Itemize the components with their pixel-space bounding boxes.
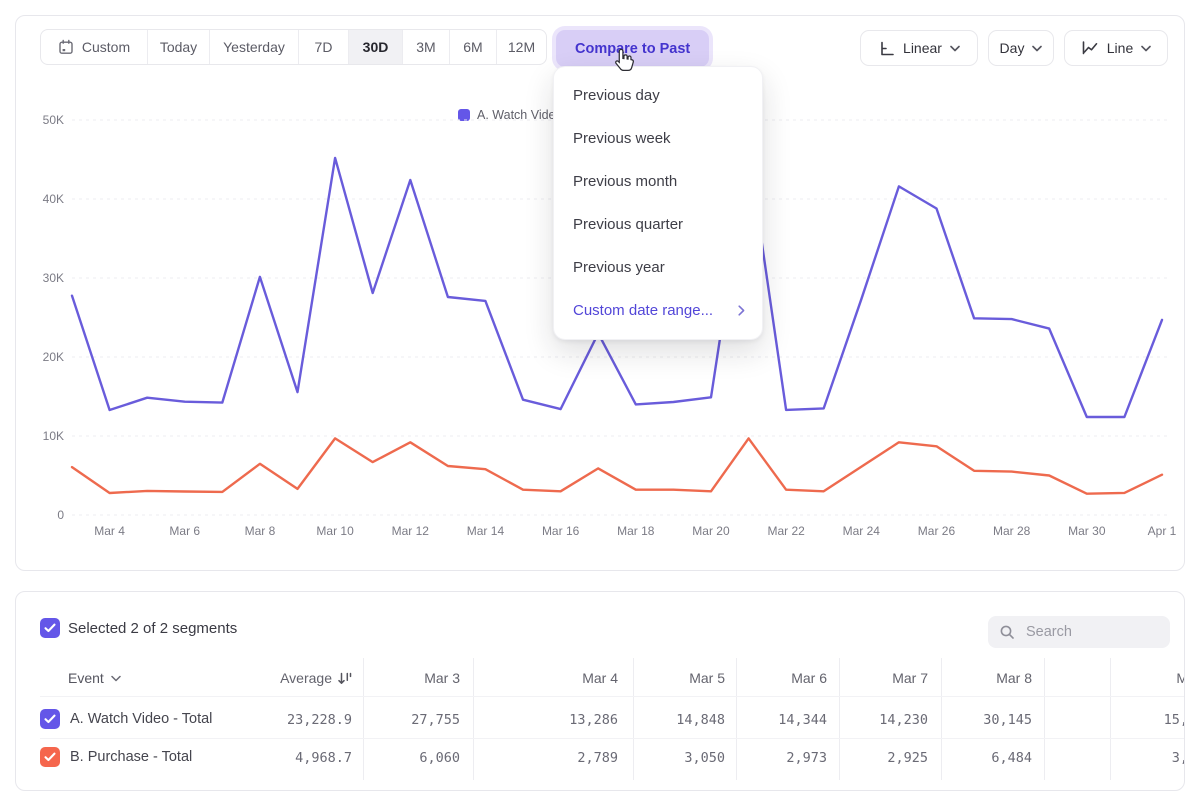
event-column-header[interactable]: Event (68, 670, 121, 686)
row-checkbox-2[interactable] (40, 747, 60, 767)
x-axis-label: Mar 28 (993, 524, 1031, 538)
chevron-down-icon (111, 675, 121, 682)
x-axis-label: Mar 26 (918, 524, 956, 538)
cell-value: 6,060 (300, 750, 460, 766)
column-header-mar-8: Mar 8 (882, 670, 1032, 686)
y-axis-label: 20K (43, 350, 64, 364)
cell-value: 15, (1028, 712, 1185, 728)
menu-item-previous-quarter[interactable]: Previous quarter (554, 203, 762, 246)
x-axis-label: Mar 10 (316, 524, 354, 538)
search-icon (999, 624, 1015, 640)
menu-item-previous-day[interactable]: Previous day (554, 74, 762, 117)
y-axis-label: 40K (43, 192, 64, 206)
compare-to-past-menu: Previous dayPrevious weekPrevious monthP… (553, 66, 763, 340)
x-axis-label: Mar 30 (1068, 524, 1106, 538)
menu-item-label: Custom date range... (573, 302, 713, 319)
check-icon (44, 623, 56, 633)
chevron-right-icon (738, 305, 745, 316)
check-icon (44, 714, 56, 724)
search-box (988, 616, 1170, 648)
row-separator (40, 696, 1184, 697)
column-header-m: M (1038, 670, 1185, 686)
menu-item-previous-week[interactable]: Previous week (554, 117, 762, 160)
y-axis-label: 10K (43, 429, 64, 443)
x-axis-label: Mar 12 (392, 524, 430, 538)
analytics-dashboard: CustomTodayYesterday7D30D3M6M12M Compare… (0, 0, 1200, 802)
x-axis-label: Mar 18 (617, 524, 655, 538)
series-line-b-purchase[interactable] (72, 438, 1162, 493)
row-separator (40, 738, 1184, 739)
column-header-mar-3: Mar 3 (310, 670, 460, 686)
x-axis-label: Mar 8 (245, 524, 276, 538)
y-axis-label: 50K (43, 113, 64, 127)
cell-value: 30,145 (872, 712, 1032, 728)
x-axis-label: Apr 1 (1148, 524, 1177, 538)
segments-panel: Selected 2 of 2 segments Event AverageMa… (15, 591, 1185, 791)
cell-value: 3, (1028, 750, 1185, 766)
menu-item-previous-year[interactable]: Previous year (554, 246, 762, 289)
x-axis-label: Mar 16 (542, 524, 580, 538)
event-header-label: Event (68, 670, 104, 686)
cell-value: 27,755 (300, 712, 460, 728)
x-axis-label: Mar 22 (767, 524, 805, 538)
y-axis-label: 30K (43, 271, 64, 285)
row-checkbox-1[interactable] (40, 709, 60, 729)
select-all-checkbox[interactable] (40, 618, 60, 638)
check-icon (44, 752, 56, 762)
x-axis-label: Mar 20 (692, 524, 730, 538)
x-axis-label: Mar 6 (169, 524, 200, 538)
search-input[interactable] (1024, 623, 1158, 641)
menu-item-previous-month[interactable]: Previous month (554, 160, 762, 203)
row-label: B. Purchase - Total (70, 749, 192, 765)
menu-item-custom-date-range[interactable]: Custom date range... (554, 289, 762, 332)
x-axis-label: Mar 14 (467, 524, 505, 538)
x-axis-label: Mar 24 (843, 524, 881, 538)
selected-segments-label: Selected 2 of 2 segments (68, 620, 237, 637)
x-axis-label: Mar 4 (94, 524, 125, 538)
y-axis-label: 0 (57, 508, 64, 522)
cell-value: 6,484 (872, 750, 1032, 766)
